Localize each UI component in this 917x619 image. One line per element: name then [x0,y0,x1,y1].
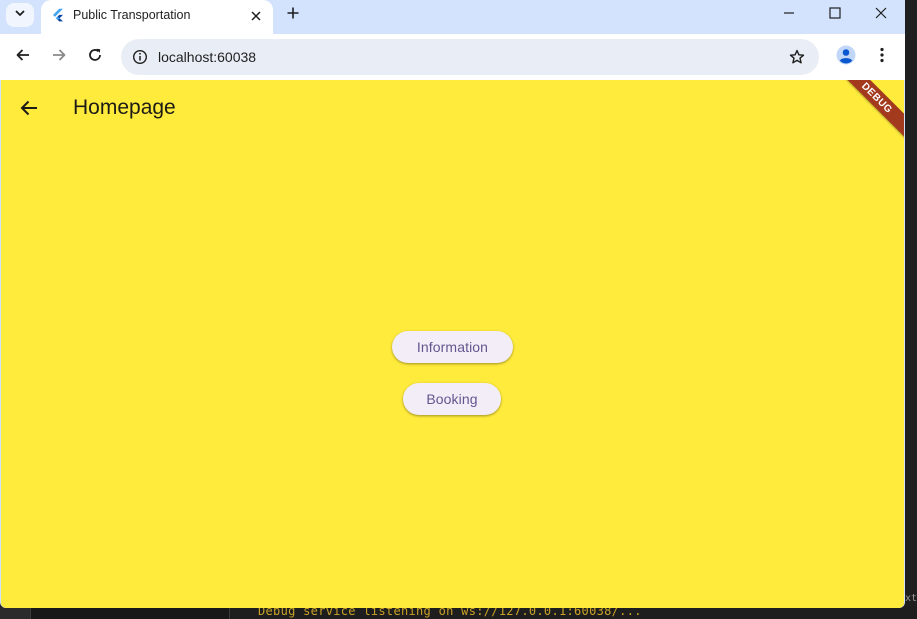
background-ide-strip: Debug service listening on ws://127.0.0.… [0,593,917,619]
browser-window: Public Transportation localhost:60038 Ho… [0,0,905,608]
info-icon[interactable] [129,46,151,68]
minimize-button[interactable] [766,0,812,30]
page-title: Homepage [73,96,176,119]
window-close-button[interactable] [858,0,904,30]
app-back-button[interactable] [15,96,43,124]
tab-title: Public Transportation [73,8,191,22]
arrow-left-icon [19,98,39,123]
maximize-icon [829,6,841,24]
arrow-left-icon [15,47,31,68]
profile-button[interactable] [834,45,858,69]
minimize-icon [783,6,795,24]
new-tab-button[interactable] [281,3,305,27]
ide-side-panel [31,607,230,619]
browser-back-button[interactable] [11,45,35,69]
ide-activity-bar [0,607,31,619]
chevron-down-icon [14,6,26,24]
browser-forward-button[interactable] [47,45,71,69]
browser-menu-button[interactable] [870,45,894,69]
information-button[interactable]: Information [392,331,513,363]
tab-search-button[interactable] [6,3,34,27]
reload-icon [87,47,103,68]
browser-toolbar: localhost:60038 [0,34,905,80]
close-icon[interactable] [246,6,266,26]
app-bar: Homepage [1,80,904,136]
app-viewport: Homepage Information Booking DEBUG [1,80,904,608]
tab-strip: Public Transportation [0,0,905,34]
url-text[interactable]: localhost:60038 [158,49,256,65]
reload-button[interactable] [83,45,107,69]
ide-side-text: xt [904,593,917,604]
flutter-icon [51,8,65,22]
browser-tab[interactable]: Public Transportation [41,0,273,34]
address-bar[interactable]: localhost:60038 [121,39,819,75]
profile-icon [836,45,856,70]
plus-icon [287,6,299,24]
close-icon [875,6,887,24]
kebab-menu-icon [880,47,884,68]
maximize-button[interactable] [812,0,858,30]
booking-button[interactable]: Booking [403,383,501,415]
arrow-right-icon [51,47,67,68]
star-icon[interactable] [786,46,808,68]
